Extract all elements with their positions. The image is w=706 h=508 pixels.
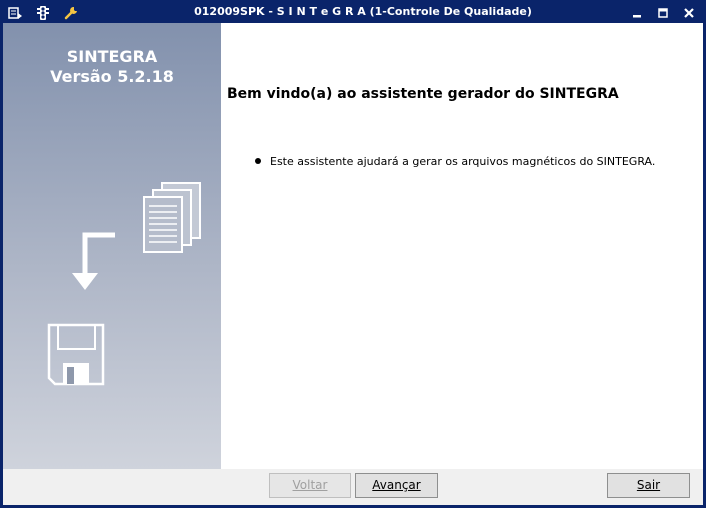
bullet-icon <box>255 158 261 164</box>
minimize-icon[interactable] <box>629 5 645 21</box>
wizard-illustration <box>47 182 201 386</box>
main-window: 012009SPK - S I N T e G R A (1-Controle … <box>0 0 706 508</box>
wrench-icon[interactable] <box>63 5 79 21</box>
traffic-light-icon[interactable] <box>35 5 51 21</box>
exit-button[interactable]: Sair <box>607 473 690 498</box>
title-bar[interactable]: 012009SPK - S I N T e G R A (1-Controle … <box>3 3 703 23</box>
list-item: Este assistente ajudará a gerar os arqui… <box>255 155 655 168</box>
wizard-content: SINTEGRA Versão 5.2.18 Bem vindo(a) ao a… <box>3 23 703 469</box>
floppy-disk-icon <box>47 323 105 386</box>
documents-icon <box>143 182 201 253</box>
bullet-text: Este assistente ajudará a gerar os arqui… <box>270 155 656 168</box>
wizard-footer: Voltar Avançar Sair <box>3 469 703 505</box>
back-button[interactable]: Voltar <box>269 473 351 498</box>
wizard-sidebar: SINTEGRA Versão 5.2.18 <box>3 23 221 469</box>
window-title: 012009SPK - S I N T e G R A (1-Controle … <box>194 5 532 18</box>
arrow-down-icon <box>72 232 115 290</box>
close-icon[interactable] <box>681 5 697 21</box>
welcome-heading: Bem vindo(a) ao assistente gerador do SI… <box>227 86 619 102</box>
menu-icon[interactable] <box>7 5 23 21</box>
next-button[interactable]: Avançar <box>355 473 438 498</box>
maximize-icon[interactable] <box>655 5 671 21</box>
